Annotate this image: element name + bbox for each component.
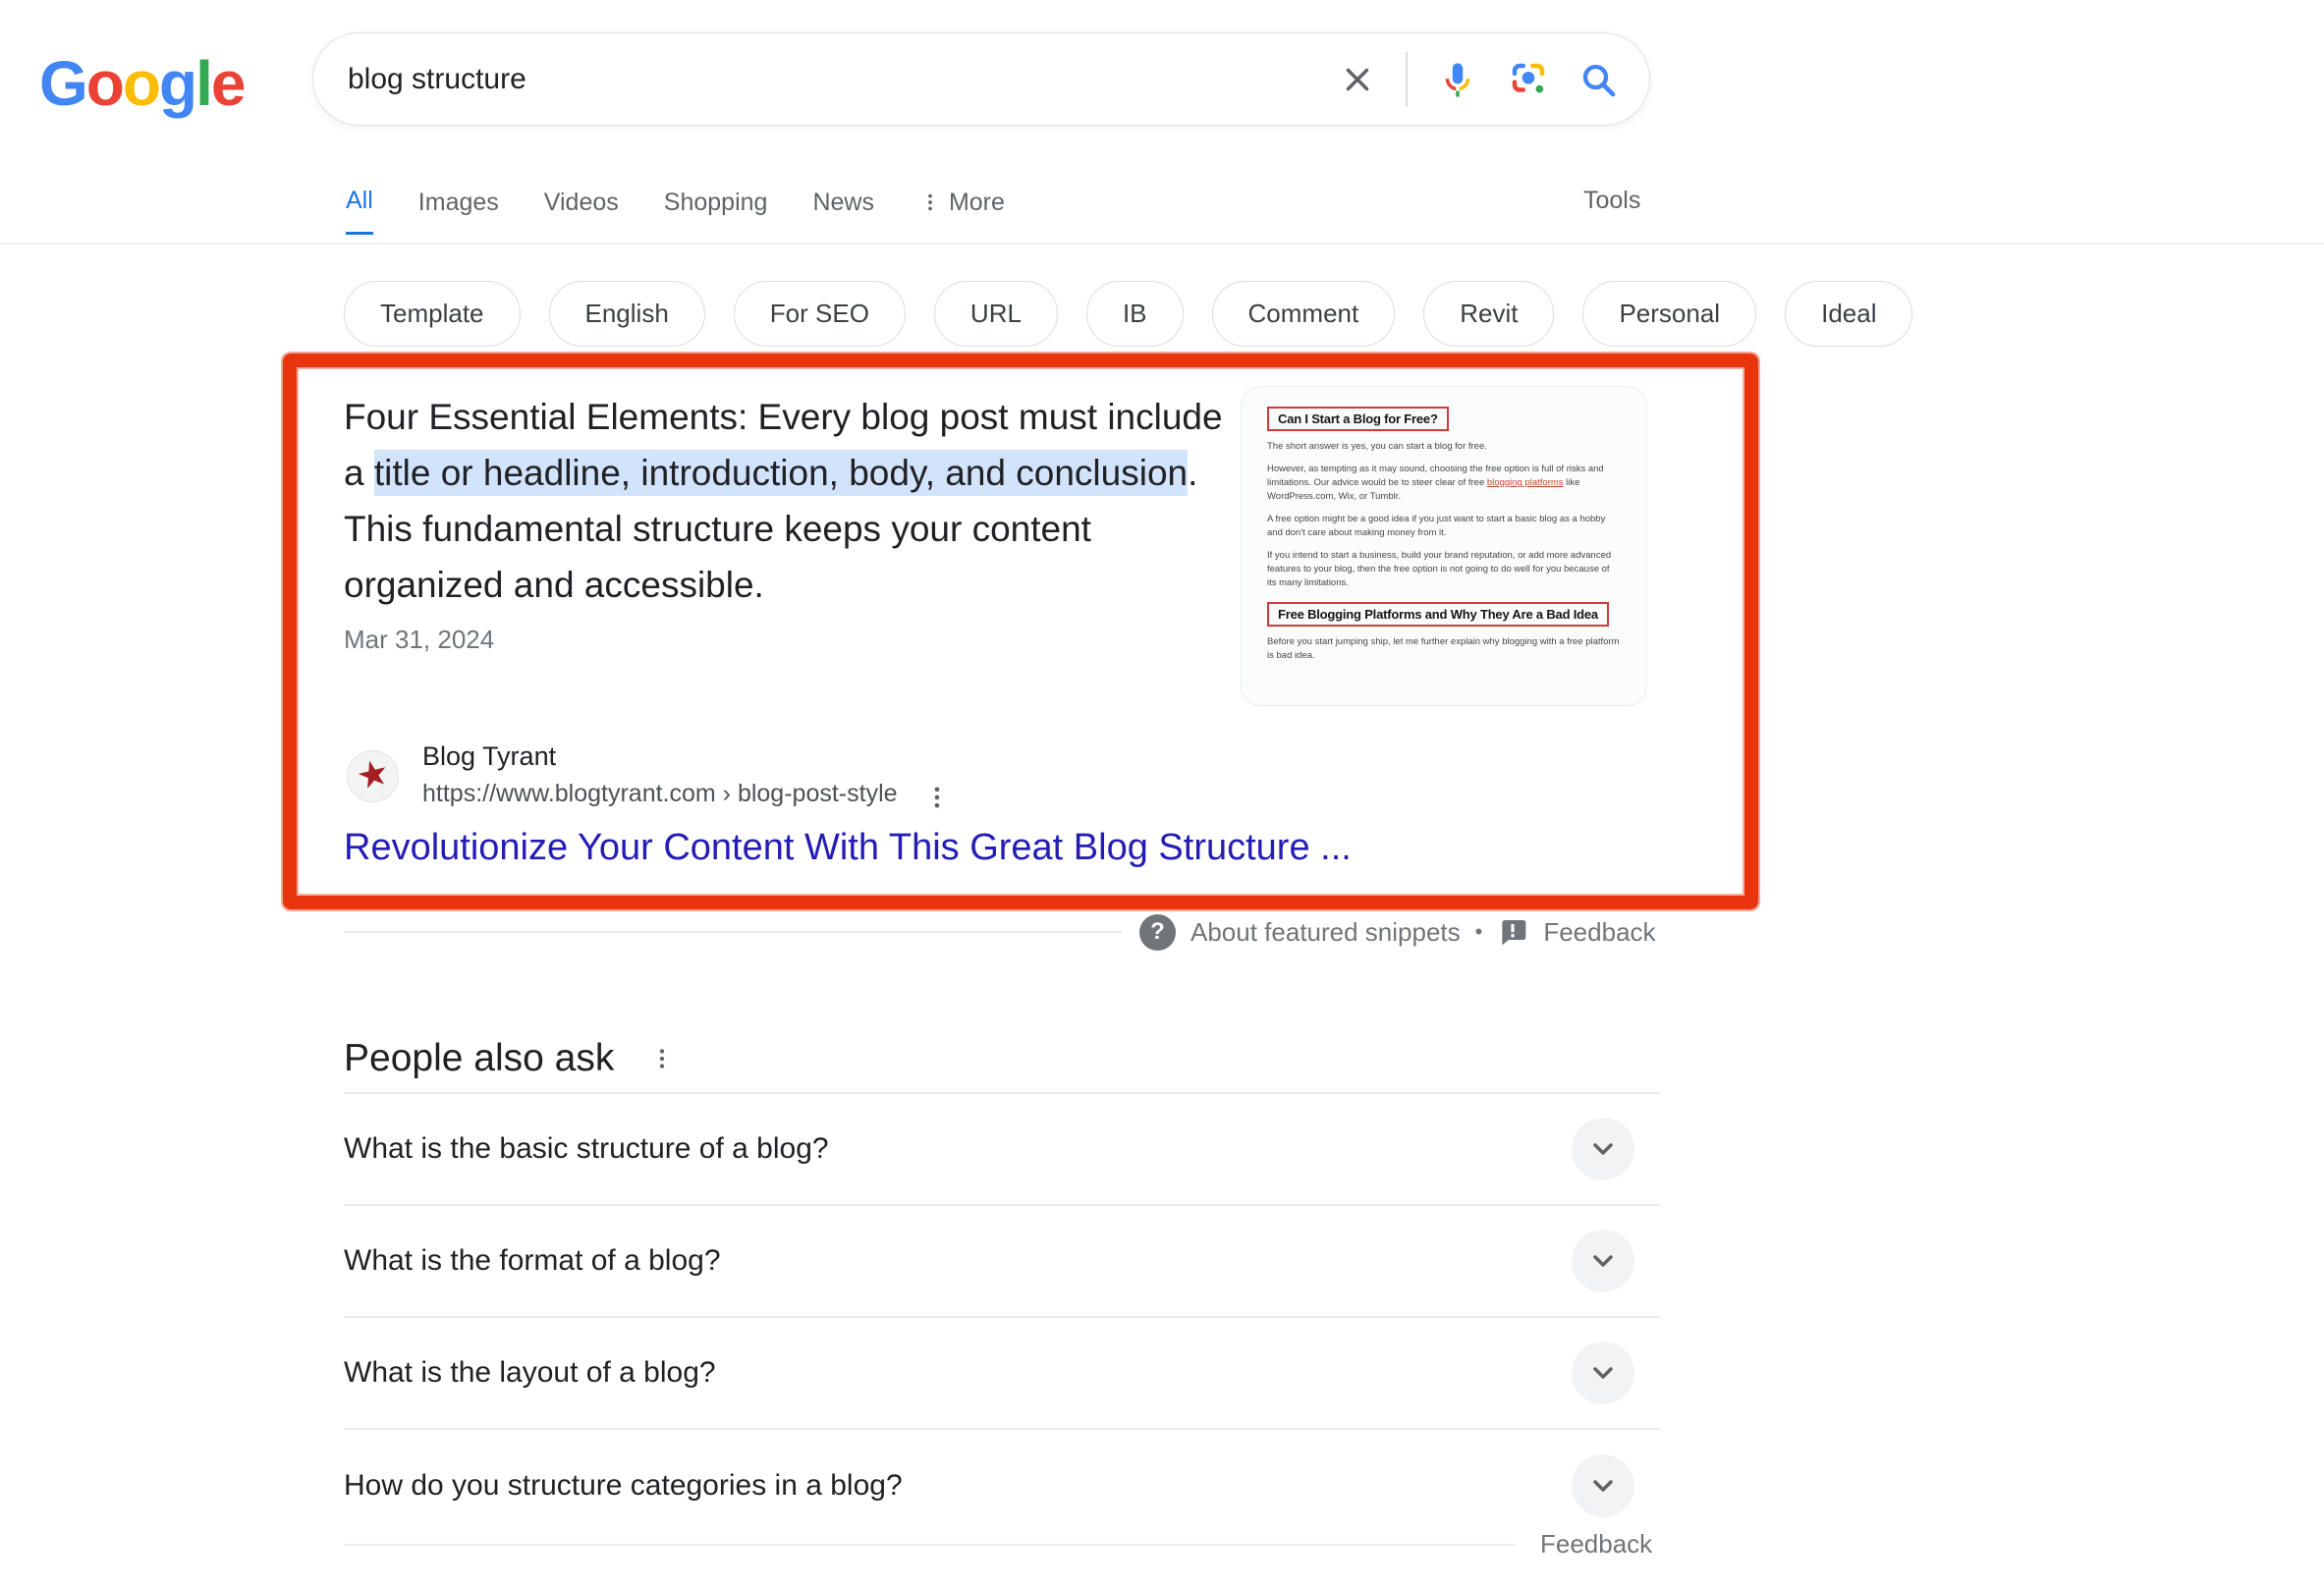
snippet-highlight: title or headline, introduction, body, a… <box>374 450 1188 496</box>
paa-question-row[interactable]: What is the basic structure of a blog? <box>344 1094 1660 1206</box>
logo-letter: e <box>211 48 245 119</box>
thumb-paragraph: The short answer is yes, you can start a… <box>1267 440 1621 454</box>
chevron-down-icon <box>1587 1470 1619 1502</box>
expand-button[interactable] <box>1572 1118 1634 1180</box>
result-source[interactable]: Blog Tyrant https://www.blogtyrant.com ›… <box>422 741 898 808</box>
result-options-icon[interactable] <box>923 784 951 816</box>
clear-icon[interactable] <box>1339 61 1376 98</box>
thumb-heading-2: Free Blogging Platforms and Why They Are… <box>1267 602 1609 627</box>
logo-letter: o <box>123 48 159 119</box>
tab-more[interactable]: More <box>919 187 1005 235</box>
chip-comment[interactable]: Comment <box>1212 281 1396 347</box>
google-lens-icon[interactable] <box>1508 59 1549 100</box>
paa-question: What is the format of a blog? <box>344 1244 721 1278</box>
thumb-paragraph: A free option might be a good idea if yo… <box>1267 513 1621 540</box>
result-type-tabs: All Images Videos Shopping News More <box>346 187 1005 235</box>
star-icon: ★ <box>352 750 394 799</box>
tab-news[interactable]: News <box>812 187 874 235</box>
paa-question-row[interactable]: What is the format of a blog? <box>344 1206 1660 1318</box>
dot-separator: • <box>1475 919 1483 945</box>
tab-more-label: More <box>949 189 1005 217</box>
paa-question: What is the layout of a blog? <box>344 1356 716 1390</box>
site-name: Blog Tyrant <box>422 741 898 772</box>
paa-bottom-divider <box>344 1544 1515 1546</box>
people-also-ask-heading: People also ask <box>344 1037 675 1080</box>
result-title-link[interactable]: Revolutionize Your Content With This Gre… <box>344 827 1352 869</box>
site-url: https://www.blogtyrant.com › blog-post-s… <box>422 780 898 808</box>
thumb-paragraph: Before you start jumping ship, let me fu… <box>1267 635 1621 663</box>
thumb-paragraph: If you intend to start a business, build… <box>1267 549 1621 590</box>
search-input[interactable]: blog structure <box>348 33 526 125</box>
chip-url[interactable]: URL <box>934 281 1058 347</box>
paa-list: What is the basic structure of a blog? W… <box>344 1094 1660 1542</box>
thumb-inline-link: blogging platforms <box>1487 477 1564 488</box>
chip-ideal[interactable]: Ideal <box>1785 281 1912 347</box>
chip-personal[interactable]: Personal <box>1582 281 1756 347</box>
chip-ib[interactable]: IB <box>1086 281 1184 347</box>
snippet-thumbnail[interactable]: Can I Start a Blog for Free? The short a… <box>1241 386 1647 706</box>
paa-question: What is the basic structure of a blog? <box>344 1132 829 1166</box>
chevron-down-icon <box>1587 1357 1619 1389</box>
snippet-footer-divider <box>344 931 1122 933</box>
about-featured-snippets-link[interactable]: About featured snippets <box>1190 917 1461 948</box>
chip-revit[interactable]: Revit <box>1423 281 1554 347</box>
chevron-down-icon <box>1587 1133 1619 1165</box>
tab-all[interactable]: All <box>346 187 373 235</box>
feedback-icon <box>1497 916 1528 948</box>
chevron-down-icon <box>1587 1245 1619 1277</box>
logo-letter: g <box>159 48 195 119</box>
tab-shopping[interactable]: Shopping <box>664 187 768 235</box>
paa-question-row[interactable]: What is the layout of a blog? <box>344 1318 1660 1430</box>
search-bar[interactable]: blog structure <box>312 32 1650 126</box>
chip-template[interactable]: Template <box>344 281 521 347</box>
search-submit-icon[interactable] <box>1578 60 1618 99</box>
logo-letter: l <box>195 48 211 119</box>
snippet-feedback-link[interactable]: Feedback <box>1543 917 1655 948</box>
tab-images[interactable]: Images <box>418 187 499 235</box>
expand-button[interactable] <box>1572 1230 1634 1292</box>
paa-question: How do you structure categories in a blo… <box>344 1469 903 1503</box>
chip-for-seo[interactable]: For SEO <box>734 281 906 347</box>
tab-videos[interactable]: Videos <box>544 187 619 235</box>
snippet-footer: ? About featured snippets • Feedback <box>1139 909 1656 955</box>
paa-feedback-link[interactable]: Feedback <box>1540 1529 1652 1560</box>
annotation-box: Four Essential Elements: Every blog post… <box>283 354 1758 909</box>
voice-search-icon[interactable] <box>1437 59 1478 100</box>
search-controls <box>1339 33 1618 125</box>
google-logo[interactable]: Google <box>39 47 244 120</box>
tools-button[interactable]: Tools <box>1583 187 1640 215</box>
featured-snippet-text: Four Essential Elements: Every blog post… <box>344 389 1238 613</box>
snippet-date: Mar 31, 2024 <box>344 625 494 655</box>
paa-title: People also ask <box>344 1037 614 1080</box>
thumb-paragraph: However, as tempting as it may sound, ch… <box>1267 463 1621 504</box>
site-favicon: ★ <box>347 750 399 802</box>
header-divider <box>0 243 2324 245</box>
help-icon: ? <box>1139 914 1176 951</box>
logo-letter: G <box>39 48 86 119</box>
logo-letter: o <box>86 48 123 119</box>
more-dots-icon <box>919 192 941 213</box>
thumb-heading-1: Can I Start a Blog for Free? <box>1267 407 1449 431</box>
paa-options-icon[interactable] <box>649 1046 675 1071</box>
expand-button[interactable] <box>1572 1341 1634 1404</box>
filter-chips: Template English For SEO URL IB Comment … <box>344 281 1912 347</box>
expand-button[interactable] <box>1572 1454 1634 1517</box>
paa-question-row[interactable]: How do you structure categories in a blo… <box>344 1430 1660 1542</box>
search-divider <box>1406 52 1408 107</box>
chip-english[interactable]: English <box>549 281 705 347</box>
